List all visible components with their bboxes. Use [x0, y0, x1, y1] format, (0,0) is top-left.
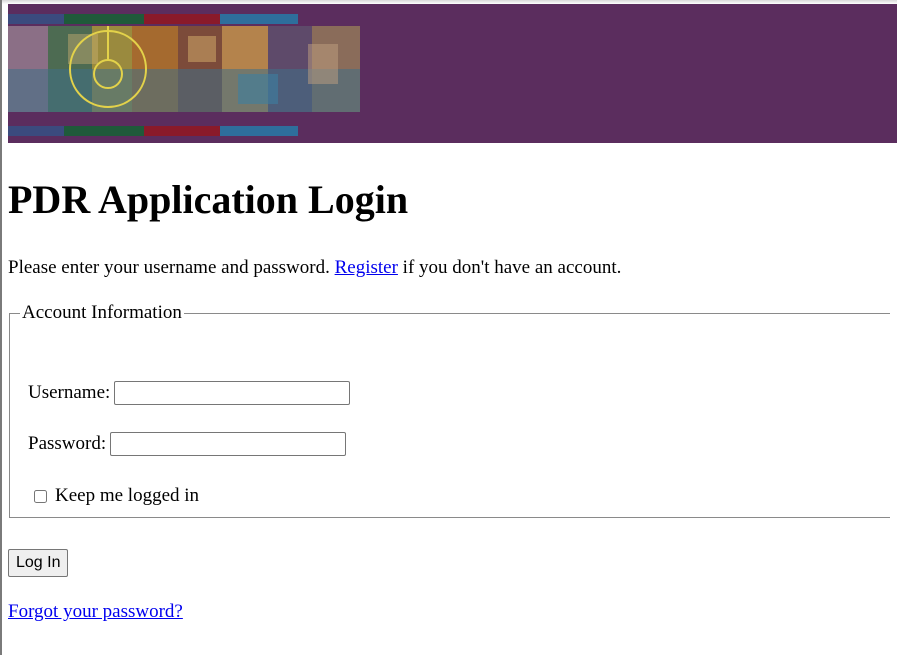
pdr-collage-banner [8, 14, 360, 136]
login-button[interactable]: Log In [8, 549, 69, 577]
keep-logged-in-checkbox[interactable] [34, 489, 47, 503]
intro-text-after: if you don't have an account. [397, 257, 622, 278]
keep-logged-in-row: Keep me logged in [34, 484, 203, 508]
forgot-password-link[interactable]: Forgot your password? [8, 600, 183, 624]
login-page: PDR Application Login Please enter your … [0, 0, 897, 655]
username-label: Username: [28, 382, 111, 403]
username-input[interactable] [114, 381, 351, 405]
keep-logged-in-label[interactable]: Keep me logged in [55, 484, 199, 508]
username-row: Username: [28, 381, 351, 405]
password-input[interactable] [110, 432, 347, 456]
page-title: PDR Application Login [8, 177, 409, 222]
account-information-legend: Account Information [22, 302, 182, 323]
register-link[interactable]: Register [335, 257, 398, 278]
account-information-fieldset: Account Information Username: Password: … [9, 302, 890, 518]
password-label: Password: [28, 433, 107, 454]
intro-text: Please enter your username and password.… [8, 256, 621, 280]
header-banner [8, 4, 897, 143]
password-row: Password: [28, 432, 347, 456]
intro-text-before: Please enter your username and password. [8, 257, 335, 278]
